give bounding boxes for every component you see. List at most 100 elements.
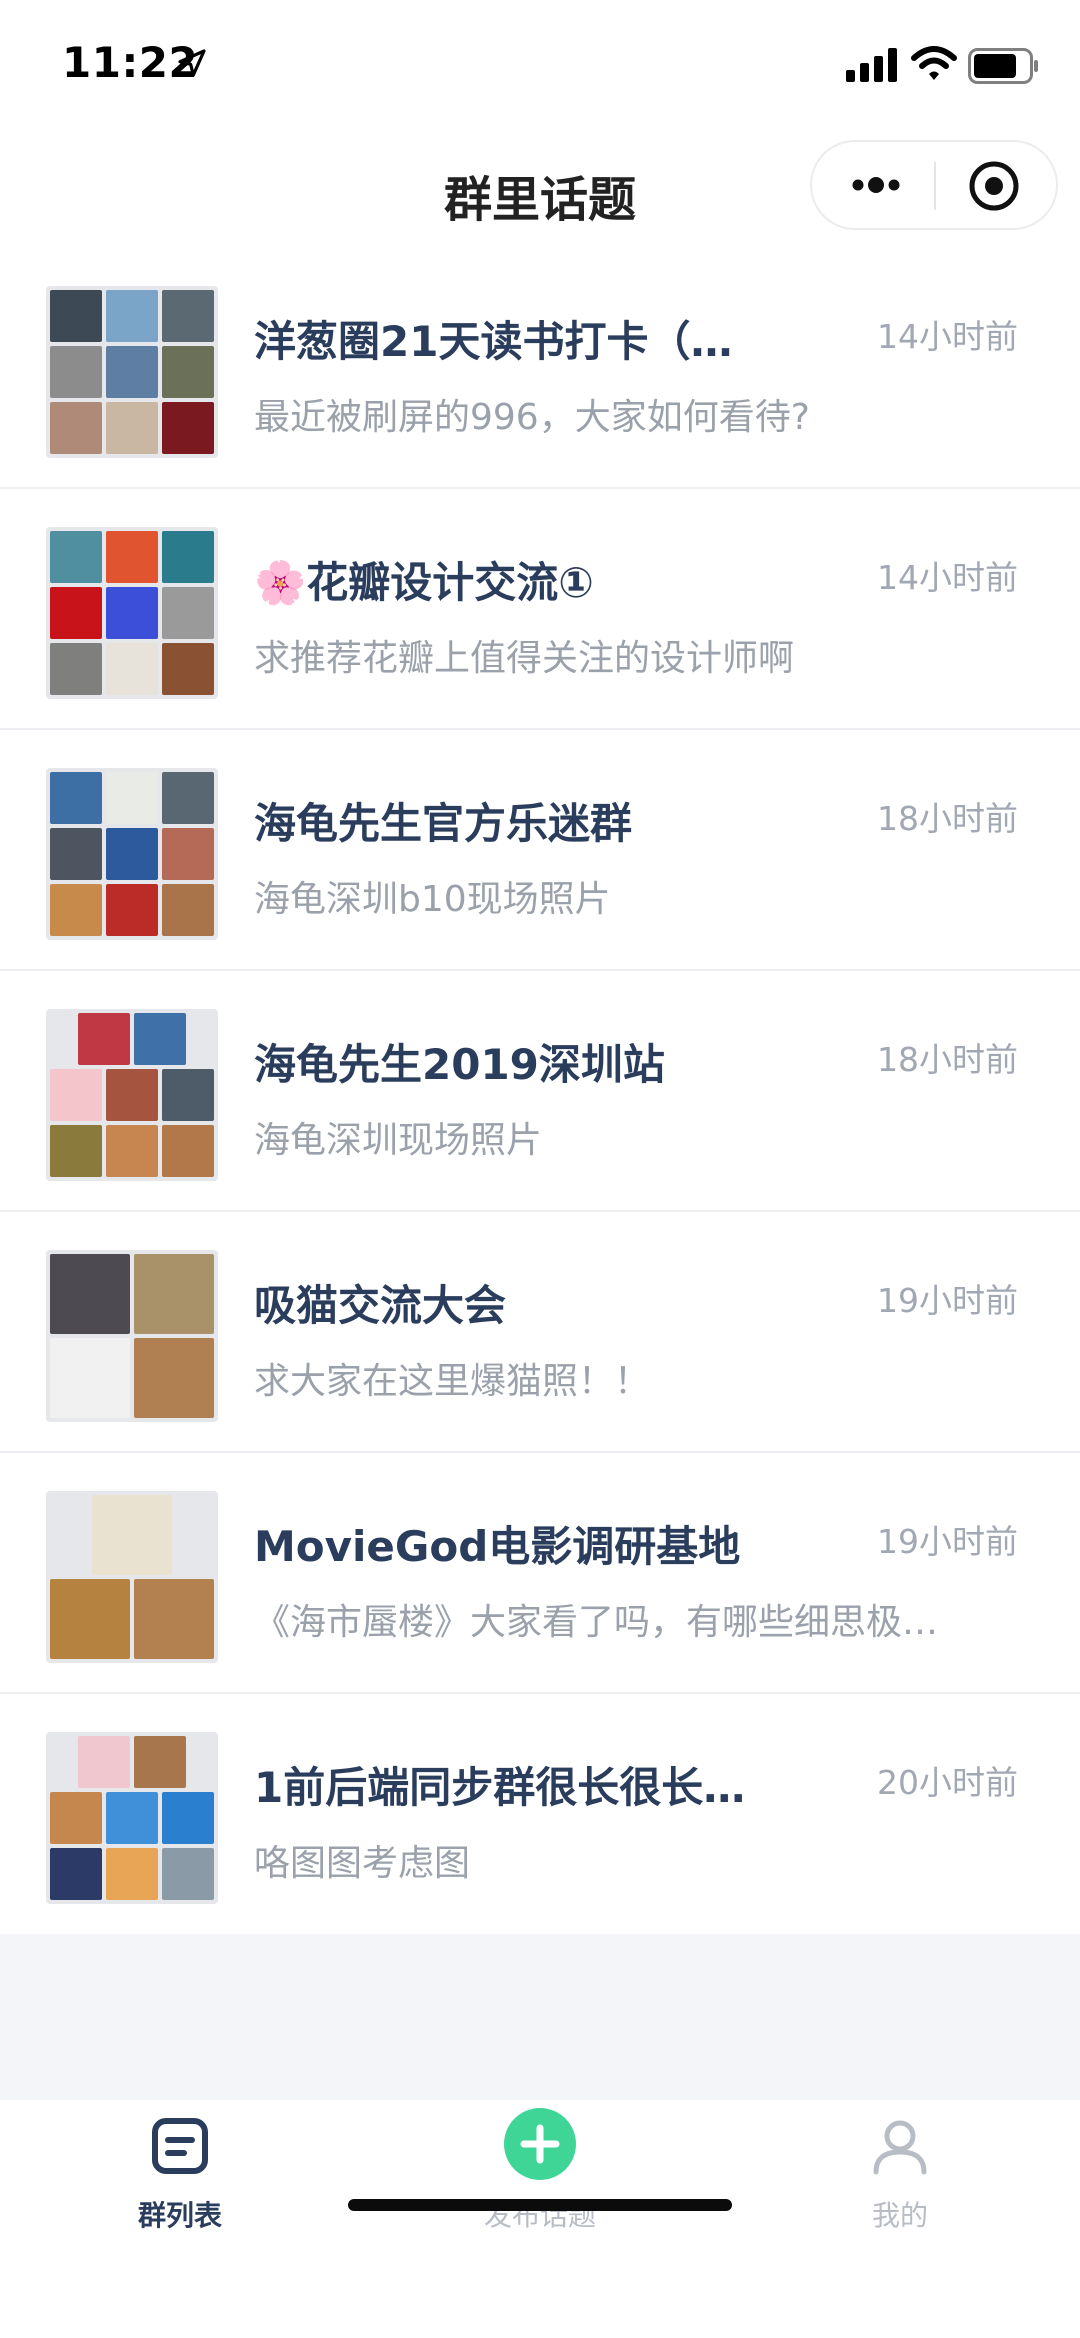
group-topic: 《海市蜃楼》大家看了吗，有哪些细思极… (254, 1602, 939, 1643)
member-avatar (106, 1792, 158, 1844)
group-avatar (46, 1732, 218, 1904)
member-avatar (50, 828, 102, 880)
member-avatar (162, 772, 214, 824)
group-name: 海龟先生官方乐迷群 (254, 799, 633, 848)
member-avatar (78, 1013, 130, 1065)
member-avatar (50, 1338, 130, 1418)
member-avatar (162, 531, 214, 583)
group-item[interactable]: 洋葱圈21天读书打卡（… 14小时前 最近被刷屏的996，大家如何看待? (0, 248, 1080, 489)
member-avatar (106, 531, 158, 583)
group-avatar (46, 527, 218, 699)
group-list: 洋葱圈21天读书打卡（… 14小时前 最近被刷屏的996，大家如何看待? 🌸花瓣… (0, 248, 1080, 1934)
status-bar: 11:22 (0, 0, 1080, 132)
plus-circle-icon (504, 2108, 576, 2180)
group-time: 14小时前 (877, 317, 1018, 356)
tab-label: 我的 (871, 2199, 928, 2232)
group-item[interactable]: 海龟先生官方乐迷群 18小时前 海龟深圳b10现场照片 (0, 730, 1080, 971)
member-avatar (50, 772, 102, 824)
group-avatar (46, 1491, 218, 1663)
member-avatar (78, 1736, 130, 1788)
member-avatar (50, 1125, 102, 1177)
member-avatar (106, 1848, 158, 1900)
cellular-signal-icon (846, 48, 897, 82)
member-avatar (162, 643, 214, 695)
group-name: 洋葱圈21天读书打卡（… (254, 317, 733, 366)
group-name: 吸猫交流大会 (254, 1281, 507, 1330)
member-avatar (106, 1125, 158, 1177)
member-avatar (162, 1848, 214, 1900)
battery-icon (968, 48, 1038, 84)
tab-group-list[interactable]: 群列表 (0, 2100, 360, 2280)
group-item[interactable]: 🌸花瓣设计交流① 14小时前 求推荐花瓣上值得关注的设计师啊 (0, 489, 1080, 730)
list-icon (152, 2118, 208, 2174)
wifi-icon (911, 46, 957, 80)
member-avatar (162, 884, 214, 936)
group-item[interactable]: 吸猫交流大会 19小时前 求大家在这里爆猫照！！ (0, 1212, 1080, 1453)
group-topic: 海龟深圳现场照片 (254, 1120, 543, 1161)
tab-me[interactable]: 我的 (720, 2100, 1080, 2280)
location-arrow-icon (178, 49, 206, 77)
nav-bar: 群里话题 (0, 132, 1080, 248)
member-avatar (106, 643, 158, 695)
group-time: 18小时前 (877, 1040, 1018, 1079)
member-avatar (50, 346, 102, 398)
more-icon[interactable] (846, 162, 906, 208)
tab-bar: 群列表 发布话题 我的 (0, 2100, 1080, 2338)
group-time: 14小时前 (877, 558, 1018, 597)
member-avatar (106, 290, 158, 342)
group-topic: 求大家在这里爆猫照！！ (254, 1361, 651, 1402)
group-topic: 最近被刷屏的996，大家如何看待? (254, 397, 810, 438)
member-avatar (134, 1736, 186, 1788)
group-item[interactable]: 1前后端同步群很长很长… 20小时前 咯图图考虑图 (0, 1694, 1080, 1934)
member-avatar (162, 1069, 214, 1121)
member-avatar (162, 1125, 214, 1177)
tab-publish-topic[interactable]: 发布话题 (360, 2100, 720, 2280)
group-topic: 海龟深圳b10现场照片 (254, 879, 611, 920)
member-avatar (106, 828, 158, 880)
group-avatar (46, 1250, 218, 1422)
member-avatar (106, 587, 158, 639)
member-avatar (50, 1848, 102, 1900)
group-name: 1前后端同步群很长很长… (254, 1763, 746, 1812)
member-avatar (92, 1495, 172, 1575)
group-item[interactable]: 海龟先生2019深圳站 18小时前 海龟深圳现场照片 (0, 971, 1080, 1212)
member-avatar (50, 290, 102, 342)
member-avatar (50, 643, 102, 695)
member-avatar (50, 884, 102, 936)
member-avatar (50, 587, 102, 639)
group-topic: 咯图图考虑图 (254, 1843, 471, 1884)
group-time: 19小时前 (877, 1281, 1018, 1320)
capsule-divider (934, 162, 936, 210)
member-avatar (106, 772, 158, 824)
member-avatar (50, 402, 102, 454)
member-avatar (162, 402, 214, 454)
member-avatar (162, 346, 214, 398)
member-avatar (50, 1069, 102, 1121)
member-avatar (106, 346, 158, 398)
member-avatar (162, 828, 214, 880)
mini-program-capsule (810, 140, 1058, 230)
member-avatar (162, 290, 214, 342)
close-mini-program-icon[interactable] (968, 160, 1020, 212)
member-avatar (134, 1338, 214, 1418)
member-avatar (50, 1579, 130, 1659)
group-item[interactable]: MovieGod电影调研基地 19小时前 《海市蜃楼》大家看了吗，有哪些细思极… (0, 1453, 1080, 1694)
group-avatar (46, 768, 218, 940)
member-avatar (50, 531, 102, 583)
group-name: 🌸花瓣设计交流① (254, 558, 594, 607)
group-avatar (46, 286, 218, 458)
member-avatar (162, 587, 214, 639)
group-avatar (46, 1009, 218, 1181)
user-icon (873, 2120, 927, 2175)
home-indicator (348, 2199, 732, 2211)
group-time: 19小时前 (877, 1522, 1018, 1561)
group-topic: 求推荐花瓣上值得关注的设计师啊 (254, 638, 795, 679)
member-avatar (106, 884, 158, 936)
member-avatar (106, 1069, 158, 1121)
member-avatar (134, 1579, 214, 1659)
member-avatar (50, 1254, 130, 1334)
group-name: MovieGod电影调研基地 (254, 1522, 741, 1571)
member-avatar (134, 1013, 186, 1065)
tab-label: 群列表 (137, 2199, 222, 2232)
member-avatar (134, 1254, 214, 1334)
